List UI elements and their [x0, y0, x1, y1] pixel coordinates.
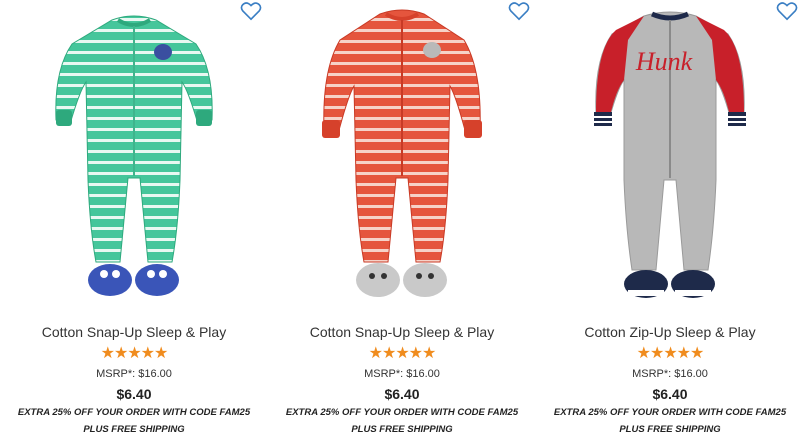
product-card[interactable]: Hunk Cotton Zip-Up Sleep & Play ★★★★★ MS… — [536, 0, 804, 444]
wishlist-heart-icon[interactable] — [508, 1, 530, 21]
star-icon: ★ — [100, 345, 115, 362]
star-icon: ★ — [690, 345, 704, 362]
promo-shipping-text: PLUS FREE SHIPPING — [619, 424, 721, 435]
star-icon: ★ — [127, 345, 141, 362]
star-icon: ★ — [676, 345, 691, 362]
sale-price: $6.40 — [116, 386, 152, 402]
product-image-gray-zip-sleeper[interactable]: Hunk — [536, 0, 804, 312]
rating-stars: ★★★★★ — [536, 345, 804, 363]
promo-text: EXTRA 25% OFF YOUR ORDER WITH CODE FAM25 — [17, 407, 251, 418]
star-icon: ★ — [381, 345, 396, 362]
svg-text:Hunk: Hunk — [635, 47, 693, 76]
product-image-green-sleeper[interactable] — [0, 0, 268, 312]
star-icon: ★ — [395, 345, 409, 362]
wishlist-heart-icon[interactable] — [240, 1, 262, 21]
product-card[interactable]: Cotton Snap-Up Sleep & Play ★★★★★ MSRP*:… — [268, 0, 536, 444]
star-icon: ★ — [422, 345, 436, 362]
promo-shipping-text: PLUS FREE SHIPPING — [351, 424, 453, 435]
star-icon: ★ — [368, 345, 383, 362]
msrp-price: MSRP*: $16.00 — [364, 368, 440, 380]
star-icon: ★ — [636, 345, 651, 362]
rating-stars: ★★★★★ — [268, 345, 536, 363]
msrp-price: MSRP*: $16.00 — [632, 368, 708, 380]
star-icon: ★ — [649, 345, 664, 362]
promo-shipping-text: PLUS FREE SHIPPING — [83, 424, 185, 435]
product-name[interactable]: Cotton Zip-Up Sleep & Play — [536, 324, 804, 340]
promo-text: EXTRA 25% OFF YOUR ORDER WITH CODE FAM25 — [285, 407, 519, 418]
product-grid: Cotton Snap-Up Sleep & Play ★★★★★ MSRP*:… — [0, 0, 804, 444]
product-name[interactable]: Cotton Snap-Up Sleep & Play — [0, 324, 268, 340]
sale-price: $6.40 — [384, 386, 420, 402]
star-icon: ★ — [154, 345, 168, 362]
product-card[interactable]: Cotton Snap-Up Sleep & Play ★★★★★ MSRP*:… — [0, 0, 268, 444]
product-image-red-sleeper[interactable] — [268, 0, 536, 312]
wishlist-heart-icon[interactable] — [776, 1, 798, 21]
sale-price: $6.40 — [652, 386, 688, 402]
msrp-price: MSRP*: $16.00 — [96, 368, 172, 380]
star-icon: ★ — [663, 345, 677, 362]
star-icon: ★ — [408, 345, 423, 362]
product-name[interactable]: Cotton Snap-Up Sleep & Play — [268, 324, 536, 340]
star-icon: ★ — [113, 345, 128, 362]
promo-text: EXTRA 25% OFF YOUR ORDER WITH CODE FAM25 — [553, 407, 787, 418]
star-icon: ★ — [140, 345, 155, 362]
rating-stars: ★★★★★ — [0, 345, 268, 363]
